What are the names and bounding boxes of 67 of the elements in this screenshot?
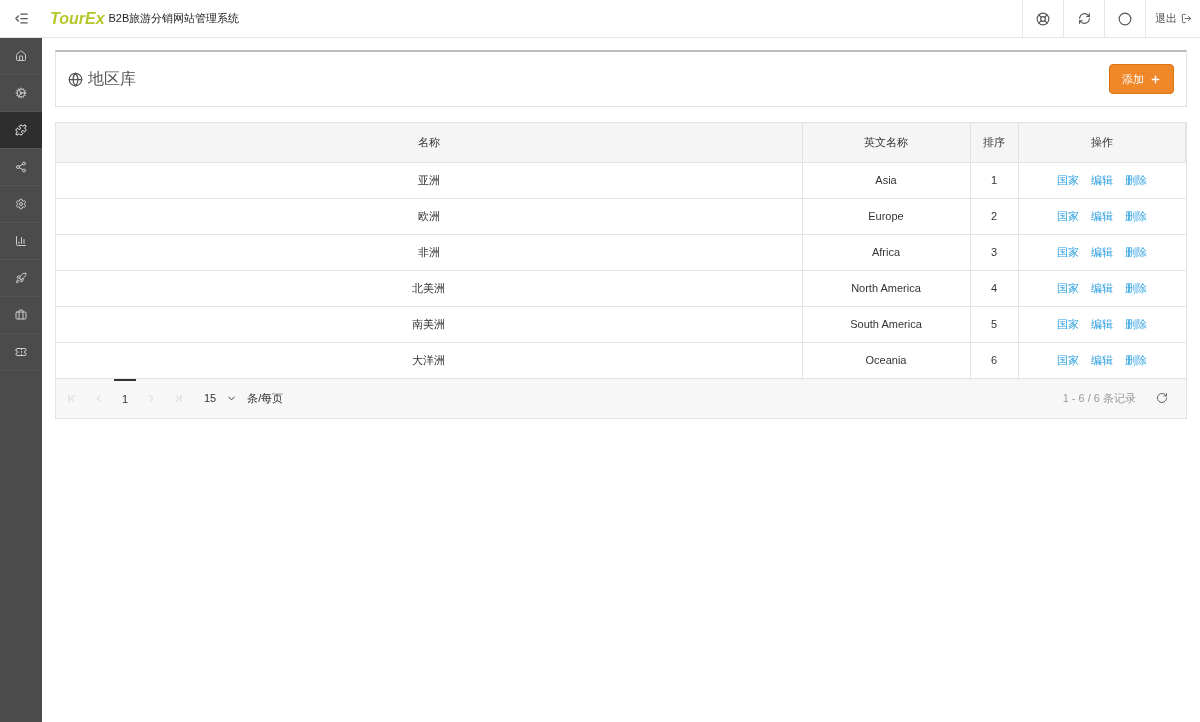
logout-button[interactable]: 退出	[1145, 0, 1200, 37]
action-link[interactable]: 删除	[1125, 315, 1147, 333]
action-link[interactable]: 删除	[1125, 243, 1147, 261]
table-cell: 欧洲	[56, 198, 802, 234]
table-cell: Europe	[802, 198, 970, 234]
rocket-icon	[15, 272, 27, 284]
table-cell: Africa	[802, 234, 970, 270]
column-header: 名称	[56, 123, 802, 162]
logo: TourEx	[50, 8, 105, 29]
share-icon	[15, 161, 27, 173]
action-link[interactable]: 删除	[1125, 351, 1147, 369]
table-cell: 1	[970, 162, 1018, 198]
app-title: B2B旅游分销网站管理系统	[108, 11, 240, 27]
action-link[interactable]: 国家	[1057, 171, 1079, 189]
action-link[interactable]: 国家	[1057, 243, 1079, 261]
action-link[interactable]: 国家	[1057, 279, 1079, 297]
action-link[interactable]: 国家	[1057, 351, 1079, 369]
table-cell: Oceania	[802, 342, 970, 378]
cogs-icon	[15, 87, 27, 99]
refresh-icon	[1077, 12, 1091, 25]
refresh-icon[interactable]	[1156, 392, 1168, 404]
chart-icon	[15, 235, 27, 247]
page-size-select[interactable]: 15	[204, 389, 238, 407]
home-icon	[15, 50, 27, 62]
table-cell: North America	[802, 270, 970, 306]
action-link[interactable]: 国家	[1057, 315, 1079, 333]
table-cell: 亚洲	[56, 162, 802, 198]
action-link[interactable]: 编辑	[1091, 243, 1113, 261]
lifebuoy-icon	[1036, 11, 1050, 26]
column-header: 操作	[1018, 123, 1186, 162]
circle-icon	[1118, 11, 1132, 26]
table-cell: 大洋洲	[56, 342, 802, 378]
record-summary: 1 - 6 / 6 条记录	[1062, 390, 1136, 406]
action-link[interactable]: 编辑	[1091, 315, 1113, 333]
action-link[interactable]: 删除	[1125, 207, 1147, 225]
briefcase-icon	[15, 309, 27, 321]
table-cell: 2	[970, 198, 1018, 234]
table-cell: 3	[970, 234, 1018, 270]
column-header: 英文名称	[802, 123, 970, 162]
table-cell: 4	[970, 270, 1018, 306]
globe-icon	[68, 71, 83, 87]
table-cell: South America	[802, 306, 970, 342]
action-link[interactable]: 删除	[1125, 171, 1147, 189]
page-title: 地区库	[88, 69, 136, 89]
table-cell: 6	[970, 342, 1018, 378]
action-link[interactable]: 编辑	[1091, 207, 1113, 225]
logout-icon	[1180, 13, 1192, 24]
table-cell: 非洲	[56, 234, 802, 270]
table-cell: 北美洲	[56, 270, 802, 306]
table-cell: Asia	[802, 162, 970, 198]
menu-icon	[13, 11, 29, 26]
page-size-label: 条/每页	[247, 390, 284, 406]
plus-icon	[1150, 73, 1161, 85]
action-link[interactable]: 编辑	[1091, 171, 1113, 189]
column-header: 排序	[970, 123, 1018, 162]
action-link[interactable]: 编辑	[1091, 279, 1113, 297]
puzzle-icon	[15, 124, 27, 136]
add-button[interactable]: 添加	[1109, 64, 1174, 94]
page-button[interactable]: 1	[114, 378, 136, 418]
action-link[interactable]: 删除	[1125, 279, 1147, 297]
ticket-icon	[15, 346, 27, 358]
table-cell: 南美洲	[56, 306, 802, 342]
action-link[interactable]: 编辑	[1091, 351, 1113, 369]
sidebar-item[interactable]	[0, 112, 42, 149]
action-link[interactable]: 国家	[1057, 207, 1079, 225]
table-cell: 5	[970, 306, 1018, 342]
settings-icon	[15, 198, 27, 210]
